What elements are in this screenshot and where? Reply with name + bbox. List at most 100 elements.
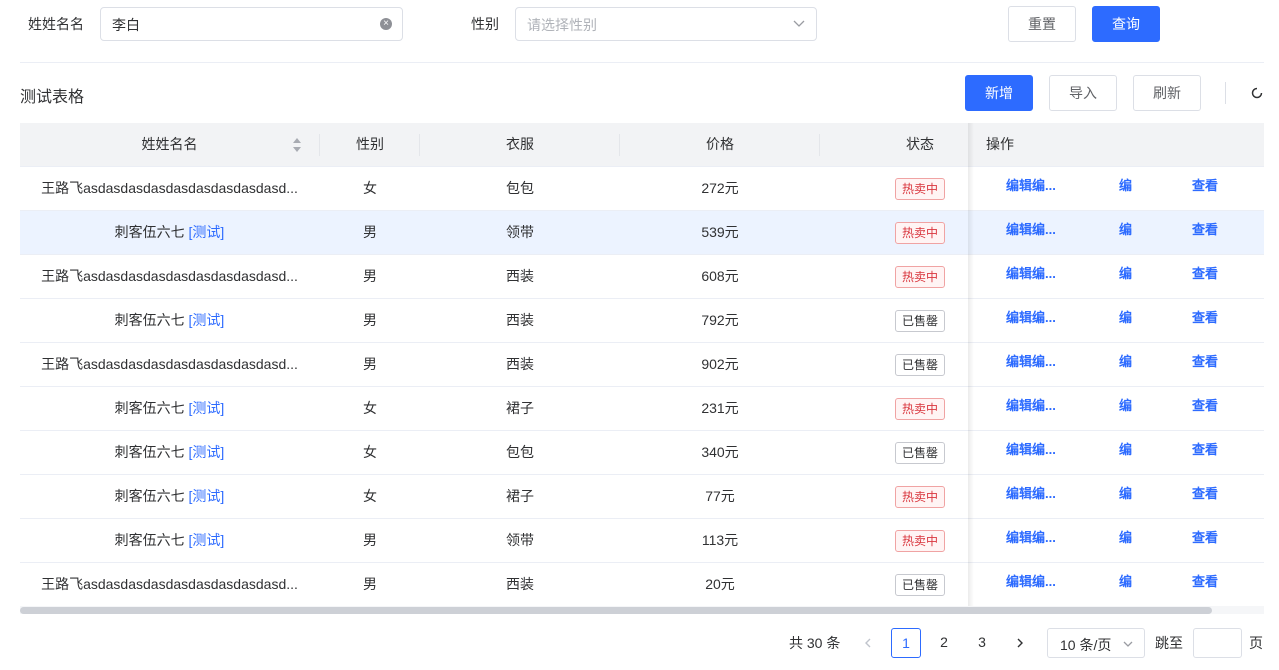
reload-icon[interactable]	[1250, 86, 1264, 100]
cell-price: 77元	[705, 488, 735, 504]
chevron-down-icon	[793, 20, 805, 27]
edit-short-link[interactable]: 编	[1119, 167, 1132, 210]
edit-long-link[interactable]: 编辑编...	[1006, 387, 1056, 430]
edit-long-link[interactable]: 编辑编...	[1006, 519, 1056, 562]
view-link[interactable]: 查看	[1192, 299, 1218, 342]
import-button[interactable]: 导入	[1049, 75, 1117, 111]
cell-price: 608元	[701, 268, 739, 284]
edit-long-link[interactable]: 编辑编...	[1006, 343, 1056, 386]
table-row[interactable]: 王路飞asdasdasdasdasdasdasdasdasd... 男 西装 608元…	[20, 255, 1264, 299]
cell-price: 340元	[701, 444, 739, 460]
table-row[interactable]: 刺客伍六七 [测试] 男 西装 792元 已售罄 编辑编... 编 查看	[20, 299, 1264, 343]
page-2[interactable]: 2	[929, 628, 959, 658]
view-link[interactable]: 查看	[1192, 431, 1218, 474]
view-link[interactable]: 查看	[1192, 563, 1218, 606]
status-badge: 热卖中	[894, 178, 945, 201]
test-tag-link[interactable]: [测试]	[189, 444, 225, 460]
cell-clothes: 包包	[506, 180, 534, 196]
test-tag-link[interactable]: [测试]	[189, 312, 225, 328]
table-row[interactable]: 王路飞asdasdasdasdasdasdasdasdasd... 男 西装 20元 已…	[20, 563, 1264, 607]
column-header-name[interactable]: 姓姓名名	[20, 123, 319, 166]
view-link[interactable]: 查看	[1192, 387, 1218, 430]
edit-short-link[interactable]: 编	[1119, 563, 1132, 606]
edit-short-link[interactable]: 编	[1119, 475, 1132, 518]
name-text: 王路飞asdasdasdasdasdasdasdasdasd...	[41, 356, 298, 372]
table-row[interactable]: 王路飞asdasdasdasdasdasdasdasdasd... 男 西装 902元…	[20, 343, 1264, 387]
cell-name: 王路飞asdasdasdasdasdasdasdasdasd...	[20, 563, 319, 606]
gender-select[interactable]: 请选择性别	[515, 7, 817, 41]
cell-clothes: 裙子	[506, 400, 534, 416]
prev-page-icon[interactable]	[862, 637, 874, 649]
table-row[interactable]: 刺客伍六七 [测试] 女 裙子 77元 热卖中 编辑编... 编 查看	[20, 475, 1264, 519]
edit-short-link[interactable]: 编	[1119, 211, 1132, 254]
view-link[interactable]: 查看	[1192, 255, 1218, 298]
cell-status: 已售罄	[820, 563, 1020, 606]
query-button[interactable]: 查询	[1092, 6, 1160, 42]
table-row[interactable]: 刺客伍六七 [测试] 男 领带 539元 热卖中 编辑编... 编 查看	[20, 211, 1264, 255]
table-header: 姓姓名名 性别 衣服 价格 状态 操作	[20, 123, 1264, 167]
cell-name: 刺客伍六七 [测试]	[20, 299, 319, 342]
test-tag-link[interactable]: [测试]	[189, 400, 225, 416]
reset-button[interactable]: 重置	[1008, 6, 1076, 42]
name-text: 刺客伍六七	[114, 532, 185, 548]
name-text: 王路飞asdasdasdasdasdasdasdasdasd...	[41, 180, 298, 196]
cell-price: 792元	[701, 312, 739, 328]
cell-status: 热卖中	[820, 519, 1020, 562]
page-3[interactable]: 3	[967, 628, 997, 658]
sort-icon[interactable]	[292, 137, 302, 153]
table-row[interactable]: 刺客伍六七 [测试] 女 裙子 231元 热卖中 编辑编... 编 查看	[20, 387, 1264, 431]
page-suffix: 页	[1249, 635, 1263, 651]
edit-long-link[interactable]: 编辑编...	[1006, 563, 1056, 606]
test-tag-link[interactable]: [测试]	[189, 488, 225, 504]
edit-long-link[interactable]: 编辑编...	[1006, 475, 1056, 518]
cell-gender: 男	[363, 268, 377, 284]
scrollbar-thumb[interactable]	[20, 607, 1212, 614]
cell-name: 刺客伍六七 [测试]	[20, 387, 319, 430]
add-button[interactable]: 新增	[965, 75, 1033, 111]
edit-long-link[interactable]: 编辑编...	[1006, 167, 1056, 210]
edit-short-link[interactable]: 编	[1119, 431, 1132, 474]
divider	[20, 62, 1264, 63]
name-search-input[interactable]: 李白 ×	[100, 7, 403, 41]
page-size-select[interactable]: 10 条/页	[1047, 628, 1145, 658]
status-badge: 热卖中	[894, 398, 945, 421]
gender-placeholder: 请选择性别	[527, 17, 597, 33]
edit-long-link[interactable]: 编辑编...	[1006, 211, 1056, 254]
view-link[interactable]: 查看	[1192, 519, 1218, 562]
column-header-actions: 操作	[986, 136, 1014, 152]
cell-status: 热卖中	[820, 167, 1020, 210]
chevron-down-icon	[1123, 641, 1133, 647]
cell-status: 热卖中	[820, 211, 1020, 254]
view-link[interactable]: 查看	[1192, 343, 1218, 386]
next-page-icon[interactable]	[1014, 637, 1026, 649]
name-text: 刺客伍六七	[114, 400, 185, 416]
edit-long-link[interactable]: 编辑编...	[1006, 255, 1056, 298]
refresh-button[interactable]: 刷新	[1133, 75, 1201, 111]
edit-long-link[interactable]: 编辑编...	[1006, 299, 1056, 342]
clear-icon[interactable]: ×	[380, 18, 392, 30]
horizontal-scrollbar[interactable]	[20, 606, 1264, 614]
cell-price: 113元	[701, 532, 739, 548]
edit-short-link[interactable]: 编	[1119, 519, 1132, 562]
view-link[interactable]: 查看	[1192, 167, 1218, 210]
cell-clothes: 西装	[506, 356, 534, 372]
cell-clothes: 裙子	[506, 488, 534, 504]
table-row[interactable]: 刺客伍六七 [测试] 男 领带 113元 热卖中 编辑编... 编 查看	[20, 519, 1264, 563]
cell-clothes: 西装	[506, 312, 534, 328]
test-tag-link[interactable]: [测试]	[189, 224, 225, 240]
test-tag-link[interactable]: [测试]	[189, 532, 225, 548]
page-1[interactable]: 1	[891, 628, 921, 658]
view-link[interactable]: 查看	[1192, 211, 1218, 254]
view-link[interactable]: 查看	[1192, 475, 1218, 518]
jump-page-input[interactable]	[1193, 628, 1242, 658]
edit-short-link[interactable]: 编	[1119, 343, 1132, 386]
edit-short-link[interactable]: 编	[1119, 255, 1132, 298]
cell-price: 231元	[701, 400, 739, 416]
table-row[interactable]: 刺客伍六七 [测试] 女 包包 340元 已售罄 编辑编... 编 查看	[20, 431, 1264, 475]
total-count: 共 30 条	[789, 635, 841, 651]
edit-long-link[interactable]: 编辑编...	[1006, 431, 1056, 474]
edit-short-link[interactable]: 编	[1119, 299, 1132, 342]
edit-short-link[interactable]: 编	[1119, 387, 1132, 430]
status-badge: 热卖中	[894, 266, 945, 289]
table-row[interactable]: 王路飞asdasdasdasdasdasdasdasdasd... 女 包包 272元…	[20, 167, 1264, 211]
